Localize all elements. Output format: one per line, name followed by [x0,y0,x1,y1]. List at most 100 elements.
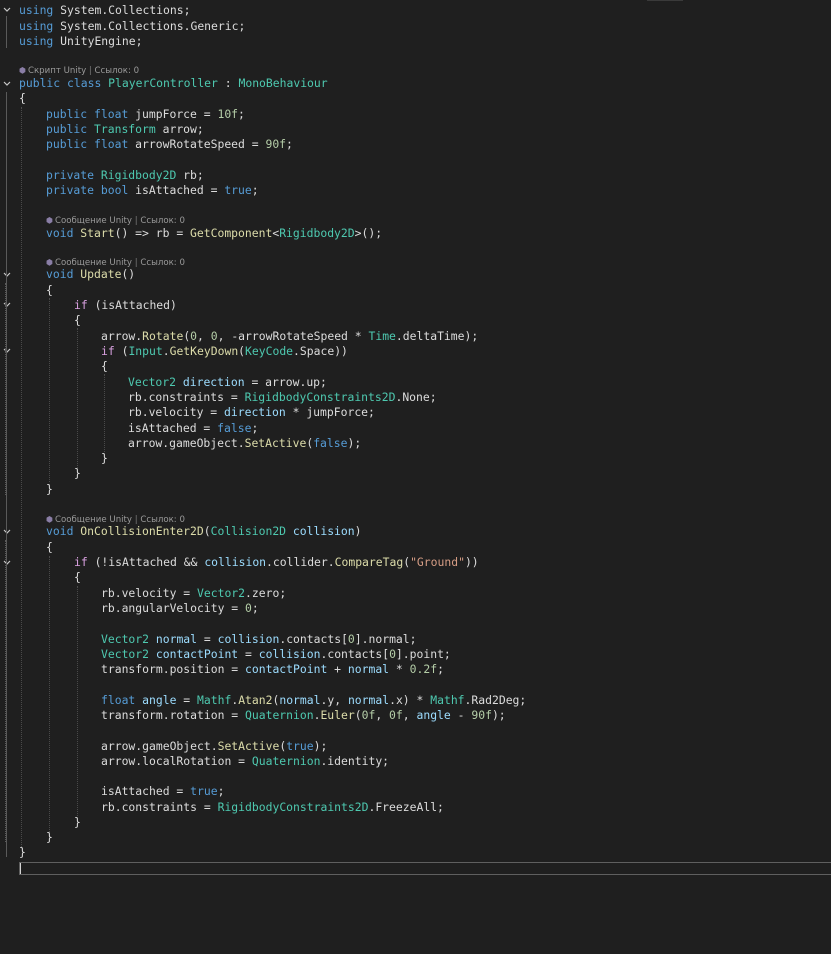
scroll-marker [647,0,683,4]
token-type: Mathf [197,693,232,707]
codelens-references[interactable]: Ссылок: 0 [140,258,185,268]
token-fn: SetActive [244,436,307,450]
token-fn: Start [80,226,115,240]
token-kw: private [46,183,95,197]
code-line[interactable]: public float jumpForce = 10f; [46,107,245,122]
token-fn: GetKeyDown [169,344,239,358]
code-line[interactable]: float angle = Mathf.Atan2(normal.y, norm… [101,693,526,708]
fold-chevron-icon[interactable] [2,5,12,15]
codelens-references[interactable]: Ссылок: 0 [140,216,185,226]
token-kw: public [46,107,88,121]
token-type: Mathf [430,693,465,707]
token-text: .Rad2Deg; [464,693,527,707]
code-line[interactable]: isAttached = false; [128,421,258,436]
code-line[interactable]: public class PlayerController : MonoBeha… [19,76,328,91]
code-line[interactable]: Vector2 direction = arrow.up; [128,375,327,390]
token-text: ; [251,601,259,615]
code-line[interactable]: arrow.localRotation = Quaternion.identit… [101,754,389,769]
fold-chevron-icon[interactable] [2,300,12,310]
code-line[interactable]: rb.angularVelocity = 0; [101,601,259,616]
code-line[interactable]: isAttached = true; [101,784,224,799]
token-ns: Collections [108,3,184,17]
code-line[interactable]: public float arrowRotateSpeed = 90f; [46,137,293,152]
code-line[interactable]: } [19,845,26,860]
code-line[interactable]: } [46,830,53,845]
token-type: Vector2 [101,632,150,646]
token-ns: UnityEngine [60,34,136,48]
current-line-highlight[interactable] [19,862,831,875]
code-line[interactable]: using System.Collections.Generic; [19,19,245,34]
code-line[interactable]: { [46,540,53,555]
outline-line [6,92,7,857]
outline-line [5,283,6,495]
token-type: MonoBehaviour [238,76,328,90]
code-line[interactable]: arrow.gameObject.SetActive(true); [101,739,327,754]
code-line[interactable]: rb.constraints = RigidbodyConstraints2D.… [128,390,437,405]
code-line[interactable]: using UnityEngine; [19,34,142,49]
token-text: * jumpForce; [285,405,375,419]
code-line[interactable]: arrow.gameObject.SetActive(false); [128,436,361,451]
code-line[interactable]: { [46,283,53,298]
code-line[interactable]: private bool isAttached = true; [46,183,259,198]
codelens-references[interactable]: Ссылок: 0 [95,66,140,76]
token-text: >(); [354,226,383,240]
code-line[interactable]: Vector2 normal = collision.contacts[0].n… [101,632,417,647]
fold-chevron-icon[interactable] [2,270,12,280]
outline-line [6,16,7,48]
code-line[interactable]: } [46,482,53,497]
code-line[interactable]: private Rigidbody2D rb; [46,168,204,183]
fold-chevron-icon[interactable] [2,346,12,356]
token-type: RigidbodyConstraints2D [244,390,396,404]
code-line[interactable]: { [101,359,108,374]
token-var: direction [182,375,245,389]
code-line[interactable]: rb.velocity = Vector2.zero; [101,586,286,601]
token-fn: Euler [320,708,355,722]
token-type: Transform [94,122,156,136]
token-text: { [101,359,108,373]
code-line[interactable]: void Update() [46,267,135,282]
code-line[interactable]: public Transform arrow; [46,122,204,137]
code-line[interactable]: transform.rotation = Quaternion.Euler(0f… [101,708,506,723]
token-type: Input [128,344,163,358]
fold-chevron-icon[interactable] [2,527,12,537]
fold-chevron-icon[interactable] [2,558,12,568]
code-line[interactable]: { [19,91,26,106]
code-line[interactable]: rb.constraints = RigidbodyConstraints2D.… [101,800,444,815]
token-num: 90f [265,137,287,151]
fold-chevron-icon[interactable] [2,79,12,89]
code-line[interactable]: } [74,815,81,830]
token-text: } [46,830,53,844]
token-text: { [46,283,53,297]
code-line[interactable]: } [101,451,108,466]
code-line[interactable]: } [74,466,81,481]
token-var: angle [142,693,177,707]
code-line[interactable]: if (isAttached) [74,298,177,313]
token-text: .None; [395,390,437,404]
code-line[interactable]: transform.position = contactPoint + norm… [101,662,444,677]
token-kw: float [101,693,136,707]
token-text: rb.constraints = [128,390,245,404]
code-line[interactable]: { [74,570,81,585]
code-line[interactable]: using System.Collections; [19,3,190,18]
token-text: } [101,451,108,465]
code-line[interactable]: void Start() => rb = GetComponent<Rigidb… [46,226,382,241]
token-text: = [197,632,218,646]
code-line[interactable]: void OnCollisionEnter2D(Collision2D coll… [46,524,362,539]
token-text: )) [464,555,479,569]
code-line[interactable]: if (Input.GetKeyDown(KeyCode.Space)) [101,344,348,359]
token-text: = [176,693,198,707]
codelens-separator: | [88,66,92,76]
token-text: = [238,647,259,661]
token-kw: public [46,137,88,151]
code-line[interactable]: Vector2 contactPoint = collision.contact… [101,647,451,662]
token-text: .contacts[ [279,632,348,646]
code-line[interactable]: { [74,313,81,328]
text-cursor [20,863,21,874]
code-line[interactable]: arrow.Rotate(0, 0, -arrowRotateSpeed * T… [101,329,478,344]
code-line[interactable]: if (!isAttached && collision.collider.Co… [74,555,479,570]
code-line[interactable]: rb.velocity = direction * jumpForce; [128,405,375,420]
code-editor[interactable]: using System.Collections; using System.C… [0,0,831,954]
token-fn: Rotate [142,329,184,343]
token-type: Vector2 [197,586,246,600]
